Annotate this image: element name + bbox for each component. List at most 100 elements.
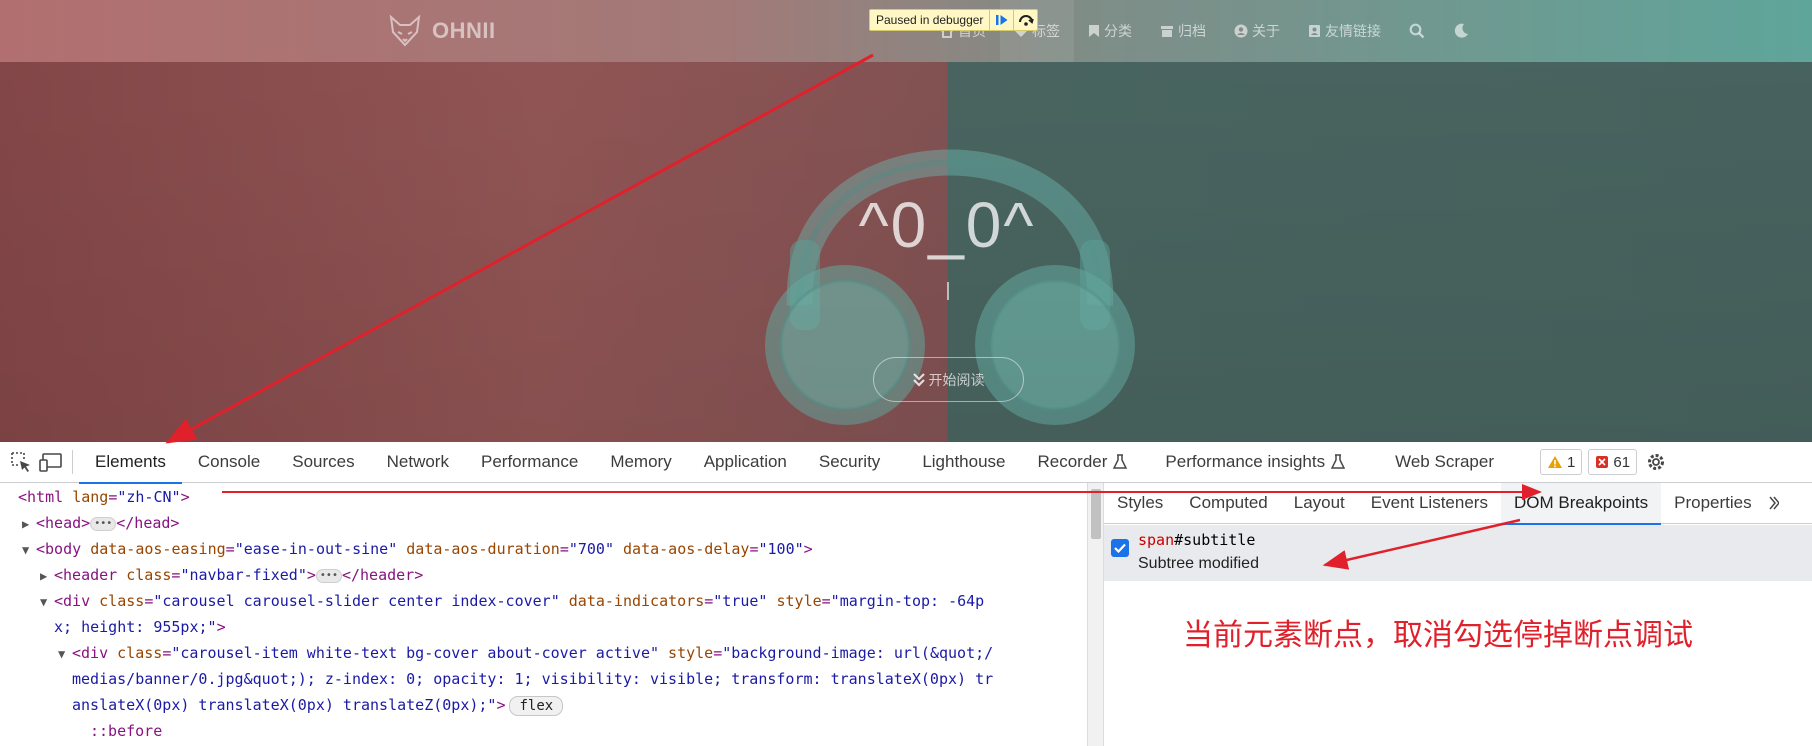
collapse-triangle-icon[interactable]: ▼ bbox=[40, 590, 54, 616]
dom-attr-value: "navbar-fixed" bbox=[180, 566, 307, 584]
dom-pseudo-element: ::before bbox=[90, 722, 163, 740]
resume-icon bbox=[995, 15, 1008, 25]
paused-in-debugger-banner: Paused in debugger bbox=[869, 9, 1039, 31]
dom-attr-value: "ease-in-out-sine" bbox=[234, 540, 398, 558]
dom-node-before[interactable]: ::before bbox=[90, 719, 162, 745]
dom-attr-value: "zh-CN" bbox=[117, 488, 181, 506]
chevron-double-right-icon bbox=[1769, 496, 1779, 510]
dom-attr-value: anslateX(0px) translateX(0px) translateZ… bbox=[72, 696, 497, 714]
dom-tag: <div bbox=[54, 592, 100, 610]
dom-attr-value: x; height: 955px;" bbox=[54, 618, 217, 636]
nav-item-categories[interactable]: 分类 bbox=[1074, 0, 1146, 62]
breakpoint-type: Subtree modified bbox=[1138, 555, 1259, 572]
dom-attr: data-indicators bbox=[568, 592, 705, 610]
start-reading-button[interactable]: 开始阅读 bbox=[873, 357, 1024, 402]
site-logo[interactable]: OHNII bbox=[388, 14, 496, 48]
warnings-count: 1 bbox=[1567, 453, 1576, 471]
start-reading-label: 开始阅读 bbox=[928, 371, 985, 388]
flex-badge[interactable]: flex bbox=[509, 696, 564, 716]
dom-node-carousel-item-cont: medias/banner/0.jpg&quot;); z-index: 0; … bbox=[72, 667, 993, 693]
tab-security[interactable]: Security bbox=[803, 442, 906, 483]
dom-attr: class bbox=[117, 644, 163, 662]
tab-dom-breakpoints[interactable]: DOM Breakpoints bbox=[1500, 482, 1662, 525]
devtools-settings-button[interactable] bbox=[1641, 442, 1671, 483]
dom-tag: </head> bbox=[116, 514, 180, 532]
dom-node-body[interactable]: ▼ <body data-aos-easing="ease-in-out-sine… bbox=[22, 537, 813, 564]
tab-recorder[interactable]: Recorder bbox=[1022, 442, 1144, 483]
web-page: OHNII 首页 标签 分类 归档 关于 友情链接 Paused in debu… bbox=[0, 0, 1812, 442]
nav-item-label: 分类 bbox=[1104, 23, 1132, 39]
breakpoint-id: #subtitle bbox=[1174, 531, 1256, 549]
dom-tag: <div bbox=[72, 644, 118, 662]
address-book-icon bbox=[1309, 25, 1320, 37]
toolbar-divider bbox=[72, 450, 73, 474]
nav-item-label: 关于 bbox=[1252, 23, 1280, 39]
collapse-triangle-icon[interactable]: ▼ bbox=[58, 642, 72, 668]
collapsed-ellipsis-icon[interactable]: ••• bbox=[90, 516, 117, 531]
tab-performance-insights[interactable]: Performance insights bbox=[1143, 442, 1361, 483]
tab-layout[interactable]: Layout bbox=[1281, 483, 1358, 524]
step-over-button[interactable] bbox=[1013, 10, 1037, 30]
dom-breakpoint-row[interactable]: span#subtitle Subtree modified bbox=[1104, 525, 1812, 581]
dom-tag: <head> bbox=[36, 514, 91, 532]
nav-item-archive[interactable]: 归档 bbox=[1146, 0, 1220, 62]
dom-node-carousel-item-cont2: anslateX(0px) translateX(0px) translateZ… bbox=[72, 693, 564, 719]
bookmark-icon bbox=[1089, 25, 1099, 37]
dom-tag: <body bbox=[36, 540, 91, 558]
breakpoint-tag: span bbox=[1138, 531, 1175, 549]
tab-computed[interactable]: Computed bbox=[1176, 483, 1280, 524]
nav-item-friend-links[interactable]: 友情链接 bbox=[1294, 0, 1395, 62]
checkmark-icon bbox=[1114, 543, 1126, 553]
tab-web-scraper[interactable]: Web Scraper bbox=[1361, 442, 1510, 483]
more-tabs-button[interactable] bbox=[1765, 483, 1783, 524]
debug-banner-text: Paused in debugger bbox=[876, 13, 984, 27]
warning-icon bbox=[1548, 456, 1563, 468]
tab-memory[interactable]: Memory bbox=[594, 442, 687, 483]
typing-cursor bbox=[947, 282, 949, 300]
moon-icon bbox=[1454, 23, 1468, 38]
flask-icon bbox=[1113, 454, 1128, 469]
collapsed-ellipsis-icon[interactable]: ••• bbox=[315, 568, 342, 583]
inspect-element-button[interactable] bbox=[6, 442, 36, 483]
nav-item-label: 友情链接 bbox=[1325, 23, 1381, 39]
nav-search-button[interactable] bbox=[1395, 0, 1439, 62]
dom-node-html[interactable]: <html lang="zh-CN"> bbox=[18, 485, 190, 511]
tab-event-listeners[interactable]: Event Listeners bbox=[1358, 483, 1501, 524]
tab-console[interactable]: Console bbox=[182, 442, 276, 483]
dom-attr-value: "margin-top: -64p bbox=[830, 592, 985, 610]
dom-attr-value: "carousel-item white-text bg-cover about… bbox=[171, 644, 660, 662]
dom-node-head[interactable]: ▶ <head> ••• </head> bbox=[22, 511, 179, 538]
tab-properties[interactable]: Properties bbox=[1661, 483, 1764, 524]
tab-application[interactable]: Application bbox=[688, 442, 803, 483]
tab-elements[interactable]: Elements bbox=[79, 442, 182, 484]
flask-icon bbox=[1331, 454, 1346, 469]
devtools-toolbar: Elements Console Sources Network Perform… bbox=[0, 442, 1812, 484]
dom-node-carousel-item[interactable]: ▼ <div class="carousel-item white-text bg… bbox=[58, 641, 993, 668]
tab-lighthouse[interactable]: Lighthouse bbox=[906, 442, 1021, 483]
dom-tag: <html bbox=[18, 488, 73, 506]
tab-network[interactable]: Network bbox=[371, 442, 465, 483]
hero-title: ^0_0^ bbox=[858, 189, 1036, 261]
tab-styles[interactable]: Styles bbox=[1104, 483, 1176, 524]
sidebar-tabs: Styles Computed Layout Event Listeners D… bbox=[1104, 482, 1812, 525]
tab-sources[interactable]: Sources bbox=[276, 442, 370, 483]
nav-item-about[interactable]: 关于 bbox=[1220, 0, 1294, 62]
chevrons-down-icon bbox=[912, 372, 925, 387]
dom-node-carousel[interactable]: ▼ <div class="carousel carousel-slider ce… bbox=[40, 589, 984, 616]
warnings-badge[interactable]: 1 bbox=[1540, 449, 1583, 475]
user-circle-icon bbox=[1234, 24, 1248, 38]
scrollbar-thumb[interactable] bbox=[1091, 489, 1101, 539]
elements-scrollbar[interactable] bbox=[1087, 483, 1103, 746]
errors-badge[interactable]: 61 bbox=[1588, 449, 1638, 475]
expand-triangle-icon[interactable]: ▶ bbox=[40, 564, 54, 590]
dom-node-header[interactable]: ▶ <header class="navbar-fixed"> ••• </heade… bbox=[40, 563, 423, 590]
collapse-triangle-icon[interactable]: ▼ bbox=[22, 538, 36, 564]
breakpoint-checkbox[interactable] bbox=[1111, 539, 1129, 557]
tab-performance-insights-label: Performance insights bbox=[1165, 452, 1326, 471]
device-toolbar-button[interactable] bbox=[36, 442, 66, 483]
dom-attr-value: "carousel carousel-slider center index-c… bbox=[153, 592, 560, 610]
resume-button[interactable] bbox=[989, 10, 1013, 30]
tab-performance[interactable]: Performance bbox=[465, 442, 594, 483]
nav-dark-mode-button[interactable] bbox=[1439, 0, 1483, 62]
expand-triangle-icon[interactable]: ▶ bbox=[22, 512, 36, 538]
